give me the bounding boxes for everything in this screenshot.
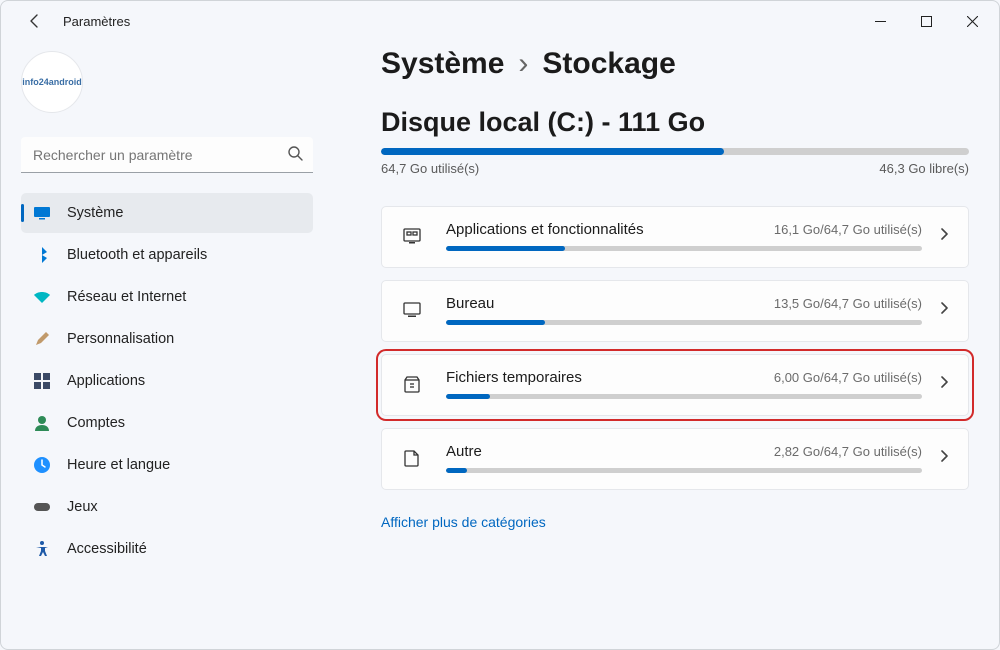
disk-usage-bar [381, 148, 969, 155]
breadcrumb-parent[interactable]: Système [381, 47, 504, 81]
nav-label: Jeux [67, 499, 98, 515]
category-bar [446, 394, 922, 399]
chevron-right-icon [938, 449, 950, 467]
storage-category-card[interactable]: Bureau 13,5 Go/64,7 Go utilisé(s) [381, 280, 969, 342]
search-box[interactable] [21, 137, 313, 173]
category-icon [400, 446, 424, 470]
nav-label: Bluetooth et appareils [67, 247, 207, 263]
gamepad-icon [33, 498, 51, 516]
category-usage: 13,5 Go/64,7 Go utilisé(s) [774, 296, 922, 311]
nav-label: Accessibilité [67, 541, 147, 557]
disk-used-text: 64,7 Go utilisé(s) [381, 161, 479, 176]
disk-free-text: 46,3 Go libre(s) [879, 161, 969, 176]
storage-category-card[interactable]: Applications et fonctionnalités 16,1 Go/… [381, 206, 969, 268]
apps-icon [33, 372, 51, 390]
category-icon [400, 372, 424, 396]
disk-title: Disque local (C:) - 111 Go [381, 107, 969, 138]
storage-category-card[interactable]: Autre 2,82 Go/64,7 Go utilisé(s) [381, 428, 969, 490]
nav-label: Applications [67, 373, 145, 389]
title-bar: Paramètres [1, 1, 999, 41]
category-usage: 2,82 Go/64,7 Go utilisé(s) [774, 444, 922, 459]
category-name: Fichiers temporaires [446, 369, 582, 386]
chevron-right-icon [938, 301, 950, 319]
maximize-button[interactable] [903, 5, 949, 37]
back-button[interactable] [21, 7, 49, 35]
chevron-right-icon: › [518, 47, 528, 81]
nav-item-time-language[interactable]: Heure et langue [21, 445, 313, 485]
nav-item-network[interactable]: Réseau et Internet [21, 277, 313, 317]
nav-item-personalization[interactable]: Personnalisation [21, 319, 313, 359]
disk-stats: 64,7 Go utilisé(s) 46,3 Go libre(s) [381, 161, 969, 176]
nav-label: Personnalisation [67, 331, 174, 347]
search-input[interactable] [21, 137, 313, 173]
nav-item-bluetooth[interactable]: Bluetooth et appareils [21, 235, 313, 275]
brush-icon [33, 330, 51, 348]
profile-logo-text: info24android [22, 77, 82, 87]
category-bar [446, 320, 922, 325]
breadcrumb-current: Stockage [542, 47, 675, 81]
chevron-right-icon [938, 375, 950, 393]
sidebar: info24android Système Bluetooth et appar… [1, 41, 331, 649]
nav-label: Réseau et Internet [67, 289, 186, 305]
nav-item-apps[interactable]: Applications [21, 361, 313, 401]
category-usage: 6,00 Go/64,7 Go utilisé(s) [774, 370, 922, 385]
window-title: Paramètres [63, 14, 130, 29]
category-name: Bureau [446, 295, 494, 312]
search-icon [287, 145, 303, 166]
category-bar [446, 468, 922, 473]
nav-label: Comptes [67, 415, 125, 431]
monitor-icon [33, 204, 51, 222]
breadcrumb: Système › Stockage [381, 47, 969, 81]
nav-item-system[interactable]: Système [21, 193, 313, 233]
main-content: Système › Stockage Disque local (C:) - 1… [331, 41, 999, 649]
user-icon [33, 414, 51, 432]
close-button[interactable] [949, 5, 995, 37]
category-usage: 16,1 Go/64,7 Go utilisé(s) [774, 222, 922, 237]
nav-item-accessibility[interactable]: Accessibilité [21, 529, 313, 569]
chevron-right-icon [938, 227, 950, 245]
minimize-button[interactable] [857, 5, 903, 37]
storage-category-card[interactable]: Fichiers temporaires 6,00 Go/64,7 Go uti… [381, 354, 969, 416]
category-name: Autre [446, 443, 482, 460]
nav-list: Système Bluetooth et appareils Réseau et… [21, 193, 313, 571]
nav-item-gaming[interactable]: Jeux [21, 487, 313, 527]
category-bar [446, 246, 922, 251]
show-more-link[interactable]: Afficher plus de catégories [381, 514, 546, 530]
nav-label: Système [67, 205, 123, 221]
category-icon [400, 224, 424, 248]
profile-avatar[interactable]: info24android [21, 51, 83, 113]
nav-item-accounts[interactable]: Comptes [21, 403, 313, 443]
category-icon [400, 298, 424, 322]
accessibility-icon [33, 540, 51, 558]
clock-icon [33, 456, 51, 474]
disk-usage-fill [381, 148, 724, 155]
category-name: Applications et fonctionnalités [446, 221, 644, 238]
bluetooth-icon [33, 246, 51, 264]
nav-label: Heure et langue [67, 457, 170, 473]
wifi-icon [33, 288, 51, 306]
